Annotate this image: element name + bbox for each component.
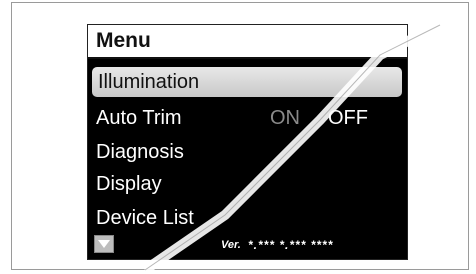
title-bar: Menu [88, 25, 407, 59]
menu-item-diagnosis[interactable]: Diagnosis [96, 138, 184, 166]
menu-title: Menu [96, 29, 151, 52]
menu-item-display[interactable]: Display [96, 170, 162, 198]
lcd-screen: Menu Illumination Auto Trim ON OFF Diagn… [87, 24, 408, 260]
auto-trim-on-option[interactable]: ON [270, 104, 300, 132]
auto-trim-off-option[interactable]: OFF [328, 104, 368, 132]
menu-item-illumination[interactable]: Illumination [92, 67, 402, 97]
menu-item-device-list[interactable]: Device List [96, 204, 194, 232]
menu-item-auto-trim[interactable]: Auto Trim [96, 104, 182, 132]
version-value: *.*** *.*** **** [248, 238, 334, 252]
down-arrow-icon[interactable] [94, 235, 114, 253]
version-label: Ver. [221, 239, 241, 251]
